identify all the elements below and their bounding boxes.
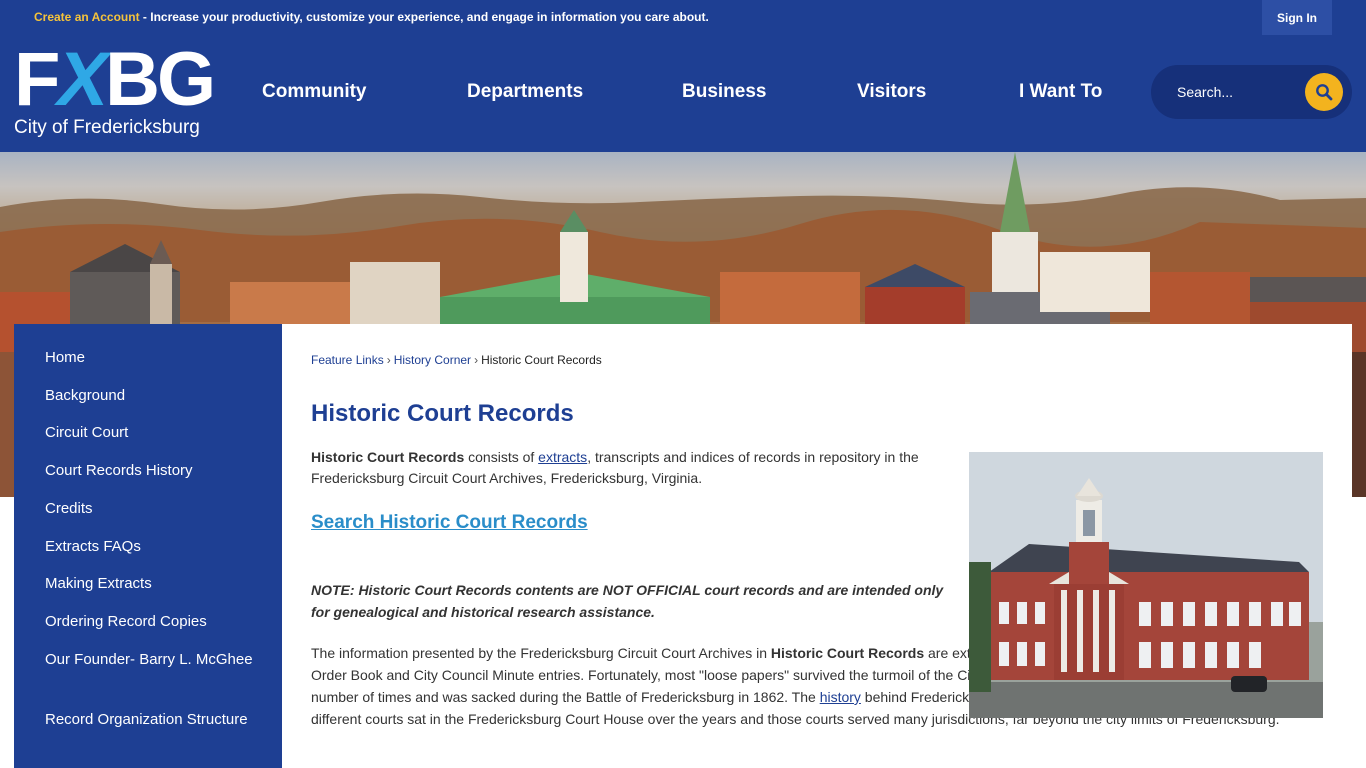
history-link[interactable]: history (820, 689, 861, 705)
sign-in-button[interactable]: Sign In (1262, 0, 1332, 35)
create-account-link[interactable]: Create an Account (34, 10, 140, 24)
breadcrumb-link-history-corner[interactable]: History Corner (394, 353, 471, 367)
search-button[interactable] (1305, 73, 1343, 111)
top-utility-bar: Create an Account - Increase your produc… (0, 0, 1366, 35)
search-historic-court-records-link[interactable]: Search Historic Court Records (311, 512, 588, 534)
nav-community[interactable]: Community (262, 81, 367, 103)
sidebar-item-making-extracts[interactable]: Making Extracts (45, 572, 265, 595)
logo-city-name: City of Fredericksburg (14, 117, 200, 138)
sidebar-item-ordering-record-copies[interactable]: Ordering Record Copies (45, 610, 265, 633)
sidebar-item-extracts-faqs[interactable]: Extracts FAQs (45, 535, 265, 558)
breadcrumb-link-feature-links[interactable]: Feature Links (311, 353, 384, 367)
search-input[interactable] (1177, 79, 1317, 105)
sidebar-item-home[interactable]: Home (45, 346, 265, 369)
logo-letter: B (105, 37, 160, 122)
main-content: Feature Links › History Corner › Historic Co… (282, 324, 1352, 768)
sidebar-item-our-founder[interactable]: Our Founder- Barry L. McGhee (45, 648, 265, 671)
logo-letter: G (157, 37, 216, 122)
search-box (1151, 65, 1352, 119)
promo-text: - Increase your productivity, customize … (139, 10, 709, 24)
nav-business[interactable]: Business (682, 81, 766, 103)
magnifier-icon (1316, 84, 1333, 101)
nav-departments[interactable]: Departments (467, 81, 583, 103)
site-header: F X B G City of Fredericksburg Community… (0, 35, 1366, 152)
site-logo[interactable]: F X B G City of Fredericksburg (14, 37, 216, 141)
sidebar-item-court-records-history[interactable]: Court Records History (45, 459, 265, 482)
sidebar-item-credits[interactable]: Credits (45, 497, 265, 520)
section-sidebar-nav: Home Background Circuit Court Court Reco… (14, 324, 282, 768)
nav-visitors[interactable]: Visitors (857, 81, 926, 103)
page-title: Historic Court Records (311, 400, 574, 427)
sidebar-item-background[interactable]: Background (45, 384, 265, 407)
breadcrumb-separator: › (386, 353, 391, 367)
intro-text: consists of (464, 449, 539, 465)
breadcrumb-separator: › (474, 353, 479, 367)
intro-paragraph: Historic Court Records consists of extra… (311, 447, 951, 489)
body-bold-term: Historic Court Records (770, 645, 925, 661)
logo-letter: F (14, 37, 60, 122)
nav-i-want-to[interactable]: I Want To (1019, 81, 1102, 103)
sidebar-item-record-organization-structure[interactable]: Record Organization Structure (45, 708, 265, 731)
logo-letter: X (57, 37, 108, 122)
disclaimer-note: NOTE: Historic Court Records contents ar… (311, 582, 944, 620)
account-promo: Create an Account - Increase your produc… (34, 10, 709, 24)
logo-wordmark: F X B G (14, 37, 216, 122)
extracts-link[interactable]: extracts (538, 449, 587, 465)
breadcrumb: Feature Links › History Corner › Historic Co… (311, 353, 602, 367)
court-house-photo (969, 452, 1323, 718)
court-house-illustration (969, 452, 1323, 718)
sidebar-item-circuit-court[interactable]: Circuit Court (45, 421, 265, 444)
intro-bold-term: Historic Court Records (311, 449, 465, 465)
breadcrumb-current: Historic Court Records (481, 353, 602, 367)
body-text: The information presented by the Frederi… (311, 645, 771, 661)
